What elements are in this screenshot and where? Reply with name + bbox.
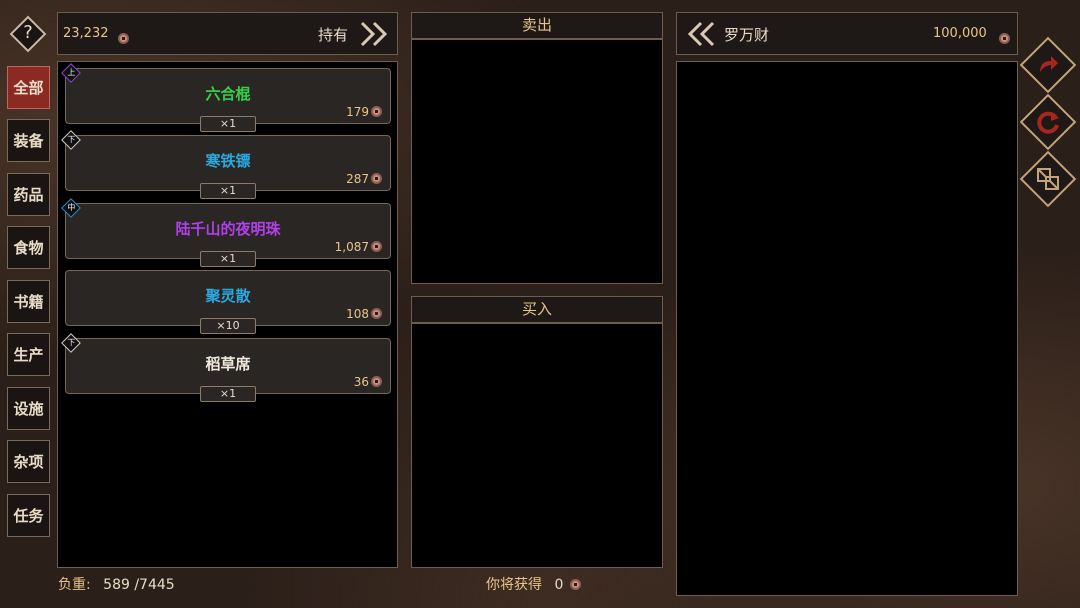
item-name: 聚灵散 <box>205 287 251 305</box>
item-price: 36 <box>354 375 382 389</box>
merchant-panel <box>676 61 1018 596</box>
buy-title: 买入 <box>521 300 552 318</box>
item-quantity: ×1 <box>200 183 256 199</box>
coin-icon <box>371 241 382 252</box>
coin-icon <box>371 308 382 319</box>
sell-panel <box>411 39 663 284</box>
player-money: 23,232 <box>63 26 109 41</box>
item-name: 六合棍 <box>205 85 251 103</box>
earn-value: 0 <box>554 577 564 593</box>
item-card[interactable]: 聚灵散 108 ×10 <box>65 270 391 334</box>
merchant-header: 罗万财 100,000 <box>676 12 1018 55</box>
item-quantity: ×1 <box>200 251 256 267</box>
double-chevron-left-icon[interactable] <box>683 20 717 48</box>
item-card[interactable]: 稻草席 36 ×1 <box>65 338 391 402</box>
tab-medicine[interactable]: 药品 <box>7 173 50 216</box>
item-price: 1,087 <box>335 240 382 254</box>
owned-label: 持有 <box>318 26 349 44</box>
item-price: 179 <box>346 105 382 119</box>
item-name: 陆千山的夜明珠 <box>175 220 281 238</box>
tab-facility[interactable]: 设施 <box>7 387 50 430</box>
help-button[interactable]: ? <box>9 15 47 53</box>
earn-info: 你将获得 0 <box>486 574 581 594</box>
item-card[interactable]: 六合棍 179 ×1 <box>65 68 391 132</box>
weight-value: 589 /7445 <box>103 577 175 593</box>
tab-production[interactable]: 生产 <box>7 333 50 376</box>
item-card[interactable]: 陆千山的夜明珠 1,087 ×1 <box>65 203 391 267</box>
merchant-name: 罗万财 <box>724 26 770 44</box>
swap-icon <box>1030 161 1066 197</box>
sell-header: 卖出 <box>411 12 663 39</box>
sell-title: 卖出 <box>521 16 552 34</box>
buy-header: 买入 <box>411 296 663 323</box>
merchant-money: 100,000 <box>933 26 987 41</box>
tab-food[interactable]: 食物 <box>7 226 50 269</box>
tab-equipment[interactable]: 装备 <box>7 119 50 162</box>
item-price: 287 <box>346 172 382 186</box>
item-price: 108 <box>346 307 382 321</box>
coin-icon <box>569 579 581 590</box>
coin-icon <box>371 376 382 387</box>
coin-icon <box>371 106 382 117</box>
swap-button[interactable] <box>1019 150 1077 208</box>
buy-panel <box>411 323 663 568</box>
tab-quest[interactable]: 任务 <box>7 494 50 537</box>
redo-button[interactable] <box>1019 36 1077 94</box>
item-card[interactable]: 寒铁镖 287 ×1 <box>65 135 391 199</box>
coin-icon <box>371 173 382 184</box>
tab-books[interactable]: 书籍 <box>7 280 50 323</box>
weight-label: 负重: <box>58 577 91 593</box>
coin-icon <box>999 33 1010 44</box>
tab-misc[interactable]: 杂项 <box>7 440 50 483</box>
double-chevron-right-icon[interactable] <box>358 20 392 48</box>
earn-label: 你将获得 <box>486 577 542 593</box>
refresh-button[interactable] <box>1019 93 1077 151</box>
player-header: 23,232 持有 <box>57 12 398 55</box>
arrow-redo-icon <box>1030 47 1066 83</box>
item-quantity: ×10 <box>200 318 256 334</box>
item-quantity: ×1 <box>200 386 256 402</box>
coin-icon <box>118 33 129 44</box>
item-name: 稻草席 <box>205 355 251 373</box>
item-name: 寒铁镖 <box>205 152 251 170</box>
tab-all[interactable]: 全部 <box>7 66 50 109</box>
item-quantity: ×1 <box>200 116 256 132</box>
refresh-icon <box>1030 104 1066 140</box>
weight-info: 负重: 589 /7445 <box>58 574 175 594</box>
